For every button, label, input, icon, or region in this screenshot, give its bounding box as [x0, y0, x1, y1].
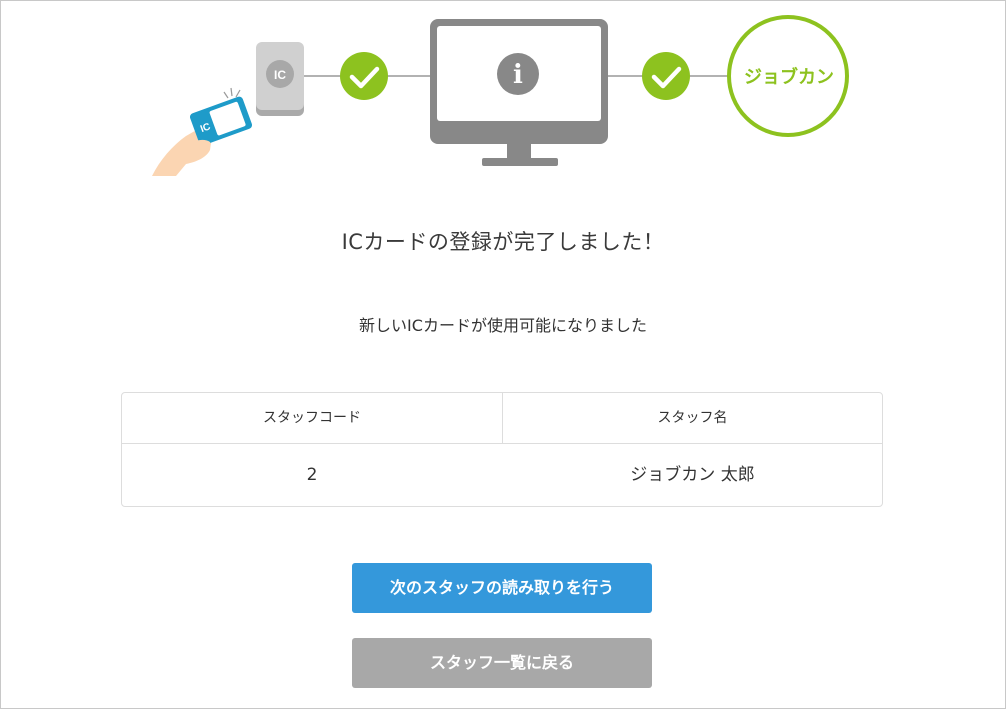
ic-reader-icon: IC — [256, 42, 304, 116]
hand-holding-card-icon: IC — [152, 87, 252, 176]
completion-subtitle: 新しいICカードが使用可能になりました — [359, 316, 647, 335]
staff-table: スタッフコード スタッフ名 2 ジョブカン 太郎 — [121, 392, 883, 507]
back-to-staff-list-button[interactable]: スタッフ一覧に戻る — [352, 638, 652, 688]
monitor-icon: i — [430, 19, 608, 166]
staff-code-cell: 2 — [306, 465, 318, 485]
column-header-staff-name: スタッフ名 — [657, 410, 728, 426]
jobcan-logo-text: ジョブカン — [744, 66, 834, 88]
jobcan-logo: ジョブカン — [727, 15, 849, 137]
staff-name-cell: ジョブカン 太郎 — [630, 465, 755, 485]
check-icon — [642, 52, 690, 100]
column-header-staff-code: スタッフコード — [122, 393, 503, 443]
check-icon — [340, 52, 388, 100]
info-symbol: i — [513, 60, 523, 90]
read-next-staff-button[interactable]: 次のスタッフの読み取りを行う — [352, 563, 652, 613]
reader-ic-label: IC — [274, 68, 286, 82]
table-header-row: スタッフコード スタッフ名 — [122, 393, 882, 444]
completion-title: ICカードの登録が完了しました！ — [341, 230, 665, 254]
registration-flow-illustration: IC IC i ジョブカン — [152, 15, 849, 176]
table-row: 2 ジョブカン 太郎 — [122, 444, 882, 506]
